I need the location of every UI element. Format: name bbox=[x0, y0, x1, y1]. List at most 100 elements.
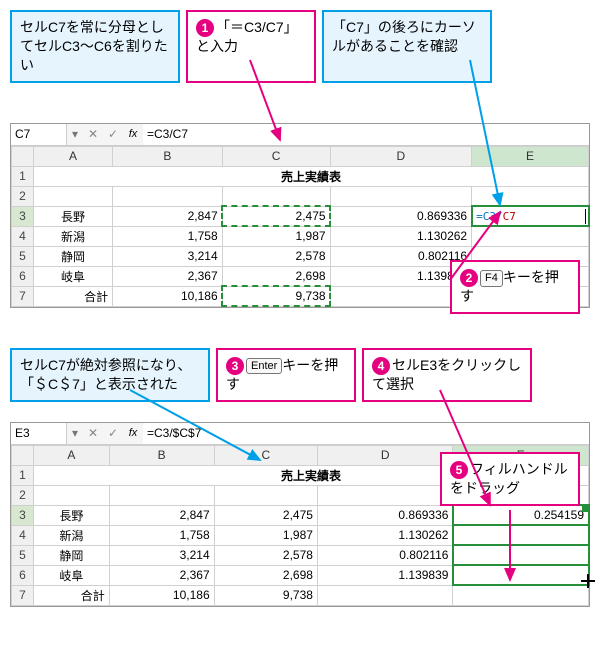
table-header[interactable]: 支店 bbox=[34, 186, 113, 206]
cell[interactable]: 静岡 bbox=[34, 246, 113, 266]
cell[interactable]: 1,987 bbox=[222, 226, 330, 246]
cell[interactable] bbox=[472, 226, 589, 246]
row-header[interactable]: 6 bbox=[12, 266, 34, 286]
row-header[interactable]: 4 bbox=[12, 226, 34, 246]
table-header[interactable]: 本年度 bbox=[214, 485, 317, 505]
fx-icon[interactable]: fx bbox=[123, 128, 143, 140]
cell-C3-ref[interactable]: 2,475 bbox=[222, 206, 330, 226]
row-header[interactable]: 3 bbox=[12, 206, 34, 226]
cell[interactable]: 2,367 bbox=[113, 266, 223, 286]
cell[interactable]: 2,698 bbox=[214, 565, 317, 585]
cell[interactable]: 2,698 bbox=[222, 266, 330, 286]
fill-cursor-icon bbox=[581, 574, 595, 588]
cell[interactable] bbox=[317, 585, 453, 605]
cell[interactable]: 1.130262 bbox=[330, 226, 472, 246]
name-box[interactable]: C7 bbox=[11, 124, 67, 145]
callout-step-2: 2F4キーを押す bbox=[450, 260, 580, 314]
col-header-A[interactable]: A bbox=[34, 146, 113, 166]
cell[interactable]: 長野 bbox=[34, 505, 110, 525]
cell[interactable]: 2,578 bbox=[222, 246, 330, 266]
formula-bar: E3 ▾ ✕ ✓ fx =C3/$C$7 bbox=[11, 423, 589, 445]
cell-C7-ref[interactable]: 9,738 bbox=[222, 286, 330, 306]
cell[interactable]: 2,367 bbox=[109, 565, 214, 585]
cell[interactable]: 10,186 bbox=[113, 286, 223, 306]
namebox-dropdown-icon[interactable]: ▾ bbox=[67, 426, 83, 440]
cell[interactable]: 0.869336 bbox=[317, 505, 453, 525]
table-header[interactable]: 構成比 bbox=[472, 186, 589, 206]
cell[interactable]: 2,847 bbox=[113, 206, 223, 226]
formula-input[interactable]: =C3/$C$7 bbox=[143, 423, 589, 444]
select-all-corner[interactable] bbox=[12, 445, 34, 465]
cell[interactable]: 長野 bbox=[34, 206, 113, 226]
cell[interactable]: 3,214 bbox=[113, 246, 223, 266]
cell[interactable] bbox=[453, 565, 589, 585]
confirm-icon[interactable]: ✓ bbox=[103, 127, 123, 141]
cell[interactable]: 3,214 bbox=[109, 545, 214, 565]
cell[interactable]: 1,758 bbox=[113, 226, 223, 246]
cell[interactable]: 9,738 bbox=[214, 585, 317, 605]
callout-absolute-ref: セルC7が絶対参照になり、「＄C＄7」と表示された bbox=[10, 348, 210, 402]
table-header[interactable]: 前年比 bbox=[317, 485, 453, 505]
excel-panel-2: E3 ▾ ✕ ✓ fx =C3/$C$7 A B C D E 1売上実績表 2 … bbox=[10, 422, 590, 607]
cell[interactable]: 静岡 bbox=[34, 545, 110, 565]
cell[interactable]: 0.802116 bbox=[317, 545, 453, 565]
table-header[interactable]: 前年比 bbox=[330, 186, 472, 206]
cell[interactable]: 1,987 bbox=[214, 525, 317, 545]
cell[interactable]: 2,578 bbox=[214, 545, 317, 565]
row-header[interactable]: 2 bbox=[12, 186, 34, 206]
cell[interactable] bbox=[453, 525, 589, 545]
cell[interactable]: 2,847 bbox=[109, 505, 214, 525]
cell-total-label[interactable]: 合計 bbox=[34, 585, 110, 605]
row-header[interactable]: 2 bbox=[12, 485, 34, 505]
cancel-icon[interactable]: ✕ bbox=[83, 127, 103, 141]
cell[interactable]: 0.869336 bbox=[330, 206, 472, 226]
callout-instruction: セルC7を常に分母としてセルC3～C6を割りたい bbox=[10, 10, 180, 83]
cell[interactable]: 1,758 bbox=[109, 525, 214, 545]
col-header-C[interactable]: C bbox=[214, 445, 317, 465]
row-header[interactable]: 1 bbox=[12, 166, 34, 186]
cell[interactable]: 10,186 bbox=[109, 585, 214, 605]
cell[interactable]: 新潟 bbox=[34, 525, 110, 545]
fill-handle[interactable] bbox=[582, 506, 588, 512]
col-header-B[interactable]: B bbox=[113, 146, 223, 166]
row-header[interactable]: 3 bbox=[12, 505, 34, 525]
select-all-corner[interactable] bbox=[12, 146, 34, 166]
name-box[interactable]: E3 bbox=[11, 423, 67, 444]
table-header[interactable]: 昨年度 bbox=[113, 186, 223, 206]
table-header[interactable]: 昨年度 bbox=[109, 485, 214, 505]
table-header[interactable]: 支店 bbox=[34, 485, 110, 505]
cell-total-label[interactable]: 合計 bbox=[34, 286, 113, 306]
callout-step-4: 4セルE3をクリックして選択 bbox=[362, 348, 532, 402]
cell[interactable]: 新潟 bbox=[34, 226, 113, 246]
key-f4: F4 bbox=[480, 270, 503, 287]
cell[interactable]: 岐阜 bbox=[34, 565, 110, 585]
col-header-D[interactable]: D bbox=[317, 445, 453, 465]
row-header[interactable]: 1 bbox=[12, 465, 34, 485]
fx-icon[interactable]: fx bbox=[123, 427, 143, 439]
row-header[interactable]: 7 bbox=[12, 286, 34, 306]
cell-E3-editing[interactable]: =C3/C7 bbox=[472, 206, 589, 226]
cancel-icon[interactable]: ✕ bbox=[83, 426, 103, 440]
confirm-icon[interactable]: ✓ bbox=[103, 426, 123, 440]
cell[interactable] bbox=[453, 585, 589, 605]
sheet-title[interactable]: 売上実績表 bbox=[34, 166, 589, 186]
row-header[interactable]: 6 bbox=[12, 565, 34, 585]
row-header[interactable]: 5 bbox=[12, 246, 34, 266]
formula-input[interactable]: =C3/C7 bbox=[143, 124, 589, 145]
cell-E3-selected[interactable]: 0.254159 bbox=[453, 505, 589, 525]
col-header-C[interactable]: C bbox=[222, 146, 330, 166]
row-header[interactable]: 7 bbox=[12, 585, 34, 605]
table-header[interactable]: 本年度 bbox=[222, 186, 330, 206]
row-header[interactable]: 4 bbox=[12, 525, 34, 545]
cell[interactable]: 1.139839 bbox=[317, 565, 453, 585]
cell[interactable]: 1.130262 bbox=[317, 525, 453, 545]
row-header[interactable]: 5 bbox=[12, 545, 34, 565]
namebox-dropdown-icon[interactable]: ▾ bbox=[67, 127, 83, 141]
cell[interactable]: 2,475 bbox=[214, 505, 317, 525]
col-header-A[interactable]: A bbox=[34, 445, 110, 465]
cell[interactable]: 岐阜 bbox=[34, 266, 113, 286]
col-header-D[interactable]: D bbox=[330, 146, 472, 166]
col-header-E[interactable]: E bbox=[472, 146, 589, 166]
col-header-B[interactable]: B bbox=[109, 445, 214, 465]
cell[interactable] bbox=[453, 545, 589, 565]
